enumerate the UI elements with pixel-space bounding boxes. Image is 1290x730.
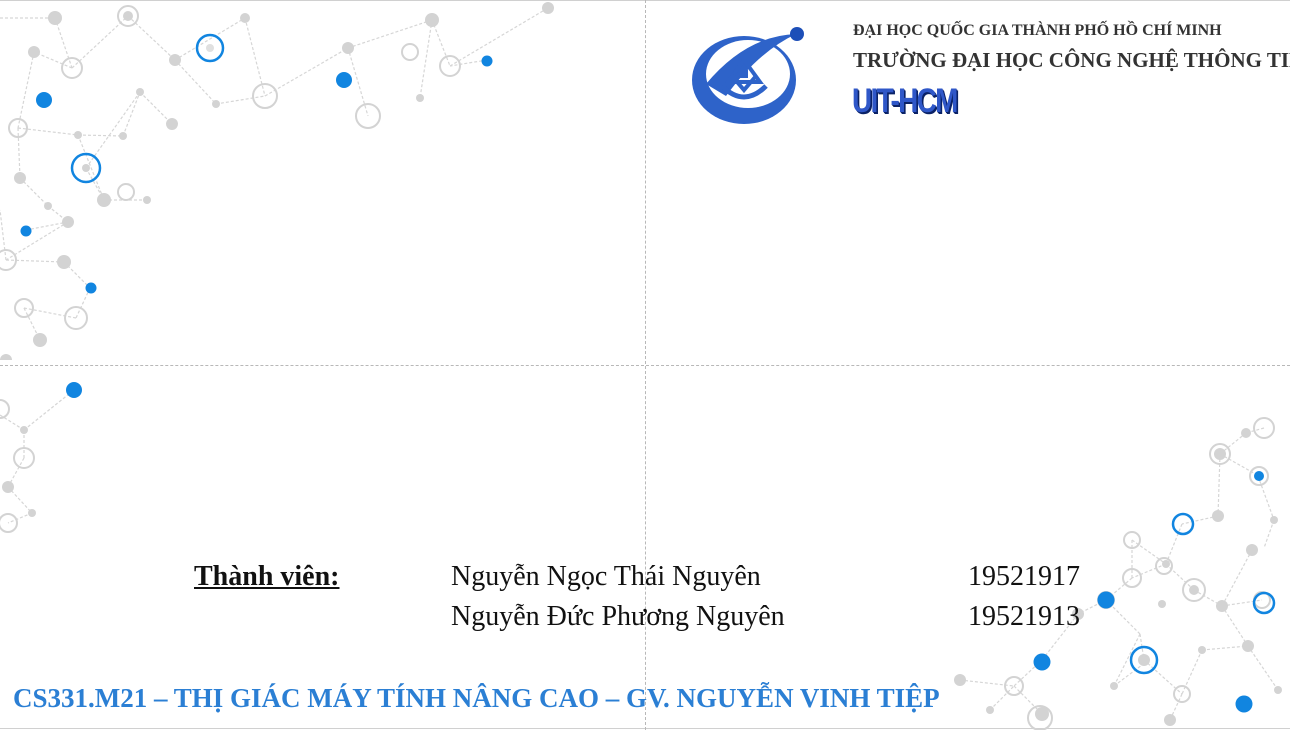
member-name: Nguyễn Đức Phương Nguyên <box>451 601 785 632</box>
document-page: ĐẠI HỌC QUỐC GIA THÀNH PHỐ HỒ CHÍ MINH T… <box>0 0 1290 730</box>
member-id: 19521917 <box>968 561 1080 592</box>
university-name: TRƯỜNG ĐẠI HỌC CÔNG NGHỆ THÔNG TIN <box>853 48 1290 72</box>
uit-logo-icon <box>692 27 804 124</box>
network-decoration-lower-left <box>0 382 82 533</box>
university-parent-name: ĐẠI HỌC QUỐC GIA THÀNH PHỐ HỒ CHÍ MINH <box>853 22 1222 39</box>
course-title: CS331.M21 – THỊ GIÁC MÁY TÍNH NÂNG CAO –… <box>13 683 940 713</box>
network-decoration-top-left <box>0 2 554 360</box>
university-abbreviation: UIT-HCM <box>852 82 958 120</box>
horizontal-guide-line <box>0 365 1290 366</box>
member-name: Nguyễn Ngọc Thái Nguyên <box>451 561 761 592</box>
members-label: Thành viên: <box>194 561 340 592</box>
member-id: 19521913 <box>968 601 1080 632</box>
